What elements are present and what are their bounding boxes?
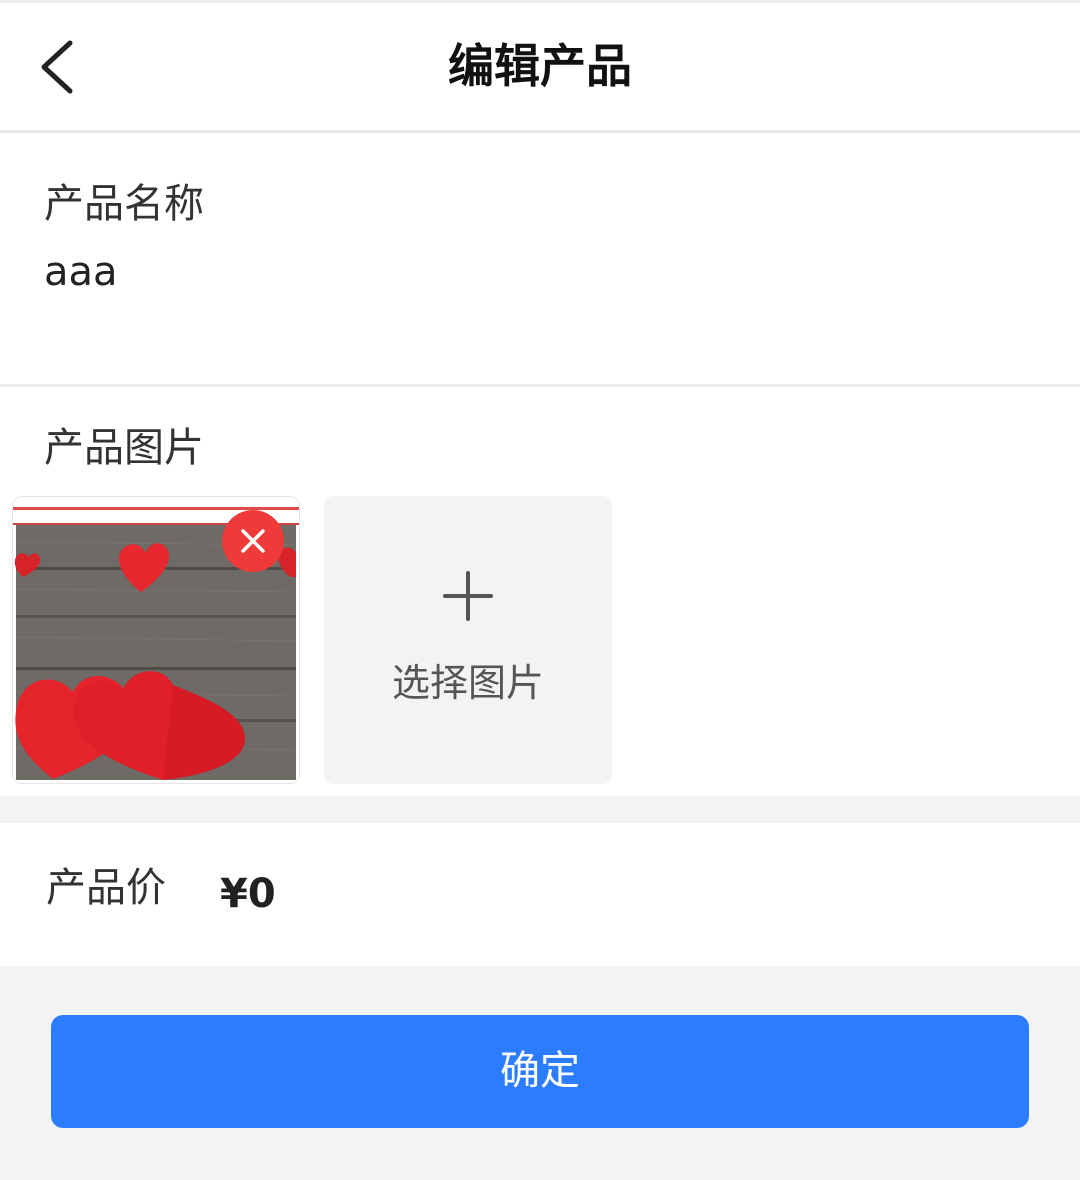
product-price-label: 产品价 bbox=[46, 865, 166, 911]
confirm-button[interactable]: 确定 bbox=[51, 1015, 1029, 1128]
product-name-label: 产品名称 bbox=[44, 181, 204, 227]
product-price-input[interactable]: ¥0 bbox=[220, 869, 276, 919]
delete-image-button[interactable] bbox=[222, 510, 284, 572]
select-image-button[interactable]: 选择图片 bbox=[324, 496, 612, 784]
product-image-section: 产品图片 选择图片 bbox=[0, 387, 1080, 796]
product-name-section: 产品名称 aaa bbox=[0, 133, 1080, 387]
page-title: 编辑产品 bbox=[448, 39, 632, 93]
plus-icon bbox=[443, 571, 493, 621]
select-image-label: 选择图片 bbox=[391, 661, 544, 705]
close-icon bbox=[241, 529, 265, 553]
product-image-label: 产品图片 bbox=[44, 425, 204, 471]
product-price-section: 产品价 ¥0 bbox=[0, 823, 1080, 966]
product-name-input[interactable]: aaa bbox=[44, 247, 118, 297]
nav-header: 编辑产品 bbox=[0, 3, 1080, 133]
